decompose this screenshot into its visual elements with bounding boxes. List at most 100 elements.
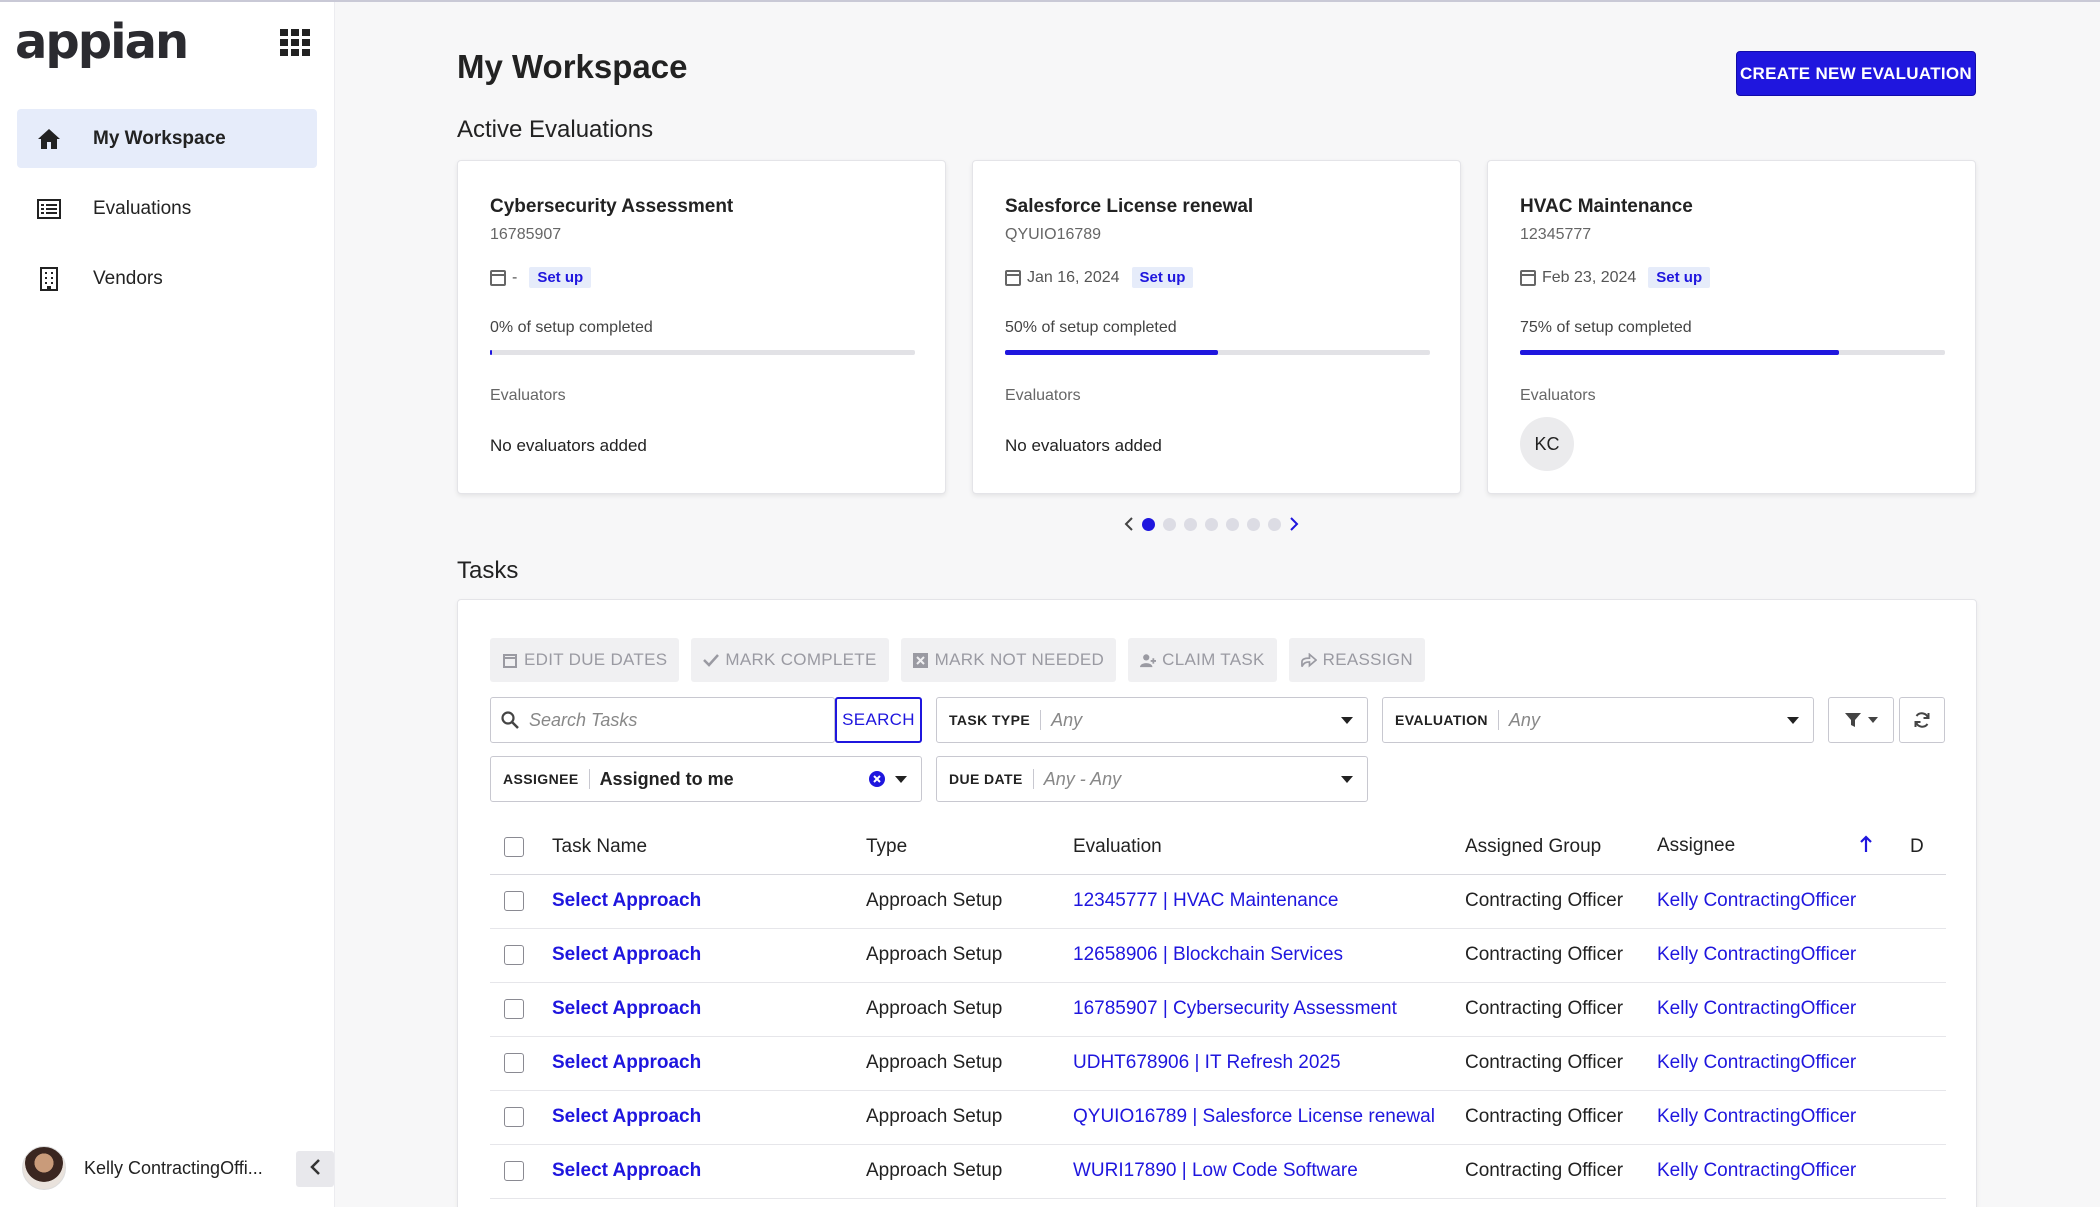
collapse-sidebar-button[interactable] bbox=[296, 1151, 334, 1187]
card-date-row: - Set up bbox=[490, 267, 592, 288]
evaluators-label: Evaluators bbox=[1520, 387, 1596, 404]
sidebar-item-label: My Workspace bbox=[93, 127, 226, 149]
caret-down-icon bbox=[895, 775, 907, 783]
pager-dot[interactable] bbox=[1205, 517, 1218, 531]
filter-menu-button[interactable] bbox=[1828, 697, 1894, 743]
evaluation-card[interactable]: Cybersecurity Assessment 16785907 - Set … bbox=[457, 160, 946, 494]
assigned-group: Contracting Officer bbox=[1465, 1052, 1624, 1073]
mark-not-needed-button[interactable]: MARK NOT NEEDED bbox=[900, 638, 1117, 682]
assignee-filter[interactable]: ASSIGNEE Assigned to me bbox=[490, 756, 922, 802]
card-title[interactable]: Salesforce License renewal bbox=[1005, 196, 1253, 218]
refresh-button[interactable] bbox=[1899, 697, 1945, 743]
pager-dot[interactable] bbox=[1247, 517, 1260, 531]
row-checkbox[interactable] bbox=[504, 1106, 524, 1127]
assignee-link[interactable]: Kelly ContractingOfficer bbox=[1657, 944, 1856, 965]
edit-due-dates-button[interactable]: EDIT DUE DATES bbox=[490, 638, 680, 682]
row-checkbox[interactable] bbox=[504, 1052, 524, 1073]
pager-dot[interactable] bbox=[1268, 517, 1281, 531]
evaluator-avatar[interactable]: KC bbox=[1520, 417, 1574, 471]
evaluation-link[interactable]: 16785907 | Cybersecurity Assessment bbox=[1073, 998, 1397, 1019]
grid-icon[interactable] bbox=[280, 29, 310, 56]
chevron-left-icon bbox=[309, 1158, 321, 1181]
due-cell bbox=[1880, 1144, 1946, 1199]
evaluation-link[interactable]: UDHT678906 | IT Refresh 2025 bbox=[1073, 1052, 1341, 1073]
button-label: CLAIM TASK bbox=[1162, 650, 1265, 669]
top-border bbox=[0, 0, 2100, 2]
search-button[interactable]: SEARCH bbox=[835, 697, 922, 743]
pager-dot[interactable] bbox=[1226, 517, 1239, 531]
column-label: Assignee bbox=[1657, 834, 1736, 856]
pager-dot[interactable] bbox=[1163, 517, 1176, 531]
task-name-link[interactable]: Select Approach bbox=[552, 890, 701, 911]
evaluation-card[interactable]: Salesforce License renewal QYUIO16789 Ja… bbox=[972, 160, 1461, 494]
sidebar-item-vendors[interactable]: Vendors bbox=[17, 249, 317, 308]
user-plus-icon bbox=[1140, 652, 1157, 668]
evaluation-card[interactable]: HVAC Maintenance 12345777 Feb 23, 2024 S… bbox=[1487, 160, 1976, 494]
column-header-task-name[interactable]: Task Name bbox=[552, 820, 866, 875]
evaluation-link[interactable]: WURI17890 | Low Code Software bbox=[1073, 1160, 1358, 1181]
row-checkbox[interactable] bbox=[504, 998, 524, 1019]
search-input[interactable]: Search Tasks bbox=[490, 697, 835, 743]
column-header-evaluation[interactable]: Evaluation bbox=[1073, 820, 1465, 875]
row-checkbox[interactable] bbox=[504, 1160, 524, 1181]
caret-down-icon bbox=[1341, 716, 1353, 724]
row-checkbox[interactable] bbox=[504, 944, 524, 965]
chevron-left-icon[interactable] bbox=[1120, 515, 1138, 533]
assignee-link[interactable]: Kelly ContractingOfficer bbox=[1657, 1052, 1856, 1073]
tasks-table: Task Name Type Evaluation Assigned Group… bbox=[490, 820, 1946, 1199]
calendar-icon bbox=[502, 652, 518, 668]
sort-ascending-icon[interactable] bbox=[1860, 835, 1872, 859]
row-checkbox[interactable] bbox=[504, 890, 524, 911]
task-name-link[interactable]: Select Approach bbox=[552, 1106, 701, 1127]
progress-fill bbox=[1005, 350, 1218, 355]
avatar bbox=[22, 1146, 66, 1190]
task-type-filter[interactable]: TASK TYPE Any bbox=[936, 697, 1368, 743]
mark-complete-button[interactable]: MARK COMPLETE bbox=[691, 638, 889, 682]
page-title: My Workspace bbox=[457, 48, 688, 85]
task-name-link[interactable]: Select Approach bbox=[552, 944, 701, 965]
due-date-filter[interactable]: DUE DATE Any - Any bbox=[936, 756, 1368, 802]
evaluation-link[interactable]: 12658906 | Blockchain Services bbox=[1073, 944, 1343, 965]
column-header-due[interactable]: D bbox=[1880, 820, 1946, 875]
evaluation-link[interactable]: QYUIO16789 | Salesforce License renewal bbox=[1073, 1106, 1435, 1127]
assignee-link[interactable]: Kelly ContractingOfficer bbox=[1657, 1160, 1856, 1181]
appian-logo[interactable]: appian bbox=[15, 14, 189, 70]
claim-task-button[interactable]: CLAIM TASK bbox=[1128, 638, 1277, 682]
search-placeholder: Search Tasks bbox=[529, 709, 638, 730]
evaluation-filter[interactable]: EVALUATION Any bbox=[1382, 697, 1814, 743]
task-type: Approach Setup bbox=[866, 944, 1003, 965]
task-type: Approach Setup bbox=[866, 890, 1003, 911]
due-cell bbox=[1880, 874, 1946, 929]
assigned-group: Contracting Officer bbox=[1465, 1106, 1624, 1127]
reassign-button[interactable]: REASSIGN bbox=[1288, 638, 1425, 682]
calendar-icon bbox=[490, 269, 506, 286]
sidebar-item-evaluations[interactable]: Evaluations bbox=[17, 179, 317, 238]
task-type: Approach Setup bbox=[866, 998, 1003, 1019]
clear-icon[interactable] bbox=[869, 771, 885, 787]
assigned-group: Contracting Officer bbox=[1465, 890, 1624, 911]
evaluation-link[interactable]: 12345777 | HVAC Maintenance bbox=[1073, 890, 1338, 911]
create-new-evaluation-button[interactable]: CREATE NEW EVALUATION bbox=[1736, 51, 1976, 96]
select-all-checkbox[interactable] bbox=[504, 836, 524, 857]
task-name-link[interactable]: Select Approach bbox=[552, 1052, 701, 1073]
assignee-link[interactable]: Kelly ContractingOfficer bbox=[1657, 1106, 1856, 1127]
column-header-assignee[interactable]: Assignee bbox=[1657, 820, 1880, 875]
task-name-link[interactable]: Select Approach bbox=[552, 1160, 701, 1181]
task-type: Approach Setup bbox=[866, 1106, 1003, 1127]
caret-down-icon bbox=[1341, 775, 1353, 783]
sidebar-item-my-workspace[interactable]: My Workspace bbox=[17, 109, 317, 168]
user-profile[interactable]: Kelly ContractingOffi... bbox=[22, 1143, 335, 1193]
column-header-type[interactable]: Type bbox=[866, 820, 1073, 875]
pager-dot[interactable] bbox=[1142, 517, 1155, 531]
assignee-link[interactable]: Kelly ContractingOfficer bbox=[1657, 998, 1856, 1019]
chevron-right-icon[interactable] bbox=[1285, 515, 1303, 533]
card-title[interactable]: HVAC Maintenance bbox=[1520, 196, 1693, 218]
column-header-assigned-group[interactable]: Assigned Group bbox=[1465, 820, 1657, 875]
check-icon bbox=[703, 652, 720, 668]
task-name-link[interactable]: Select Approach bbox=[552, 998, 701, 1019]
pager-dot[interactable] bbox=[1184, 517, 1197, 531]
card-title[interactable]: Cybersecurity Assessment bbox=[490, 196, 733, 218]
assignee-link[interactable]: Kelly ContractingOfficer bbox=[1657, 890, 1856, 911]
button-label: EDIT DUE DATES bbox=[524, 650, 668, 669]
filter-icon bbox=[1844, 712, 1878, 728]
